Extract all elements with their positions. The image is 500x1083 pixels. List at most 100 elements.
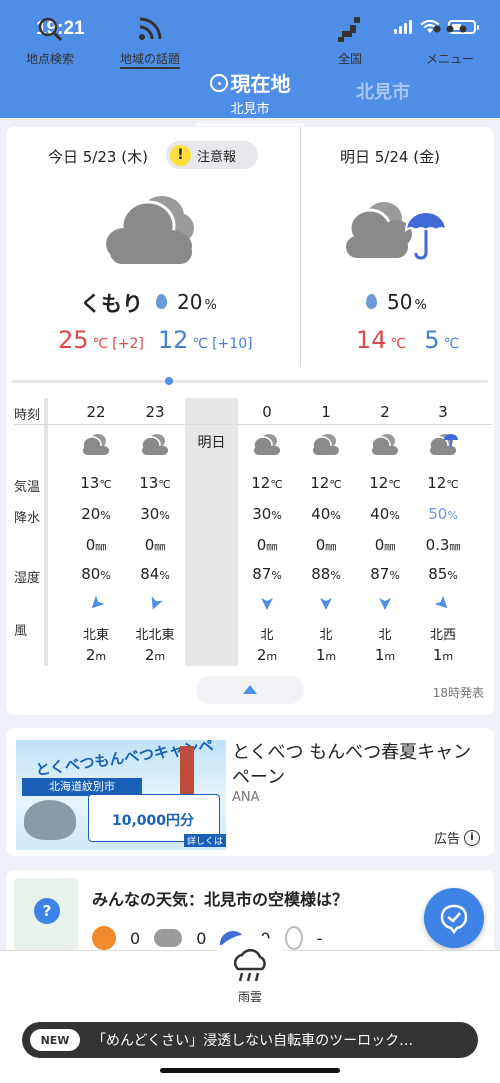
info-icon: i: [464, 829, 480, 846]
hour-value: 22: [86, 403, 106, 421]
ad-image-amount: 10,000円分: [112, 813, 195, 829]
today-pop: 20%: [156, 290, 217, 314]
hourly-scroll-thumb[interactable]: [165, 377, 173, 385]
wind-speed-cell: 2m: [256, 646, 278, 664]
label-wind: 風: [14, 624, 28, 639]
rain-cell: 0㎜: [144, 536, 166, 554]
tomorrow-marker: 明日: [197, 435, 226, 451]
tomorrow-temps: 14 ℃ 5 ℃: [356, 326, 459, 354]
wind-arrow-icon: [357, 596, 413, 616]
day-divider: [300, 127, 301, 367]
today-low-diff: [+10]: [212, 336, 253, 352]
sun-icon: [92, 926, 116, 950]
collapse-button[interactable]: [196, 676, 304, 704]
raindrop-icon: [156, 294, 167, 309]
rain-cell: 0㎜: [85, 536, 107, 554]
today-low: 12: [157, 326, 189, 354]
ad-label-text: 広告: [433, 832, 460, 847]
hour-cell: 1: [298, 403, 354, 421]
count-cloudy: 0: [196, 928, 207, 948]
nav-label: 地域の話題: [119, 50, 180, 69]
warning-icon: !: [170, 144, 191, 166]
wind-arrow-icon: [127, 596, 183, 616]
nav-nationwide[interactable]: 全国: [300, 12, 400, 67]
label-precip: 降水: [14, 511, 41, 526]
today-temps: 25 ℃ [+2] 12 ℃ [+10]: [58, 326, 263, 354]
ad-title[interactable]: とくべつ もんべつ春夏キャンペーン: [232, 740, 482, 790]
rain-cloud-icon: [233, 949, 266, 982]
today-pop-value: 20: [177, 290, 203, 314]
pop-cell: 30%: [140, 505, 170, 523]
cloud-icon: [154, 929, 183, 947]
temp-cell: 12℃: [310, 474, 342, 492]
wind-dir-cell: 北北東: [135, 628, 175, 643]
community-counts: 0 0 0 -: [92, 926, 322, 950]
nav-label: 地点検索: [25, 52, 74, 66]
wind-dir-cell: 北: [378, 628, 392, 643]
published-time: 18時発表: [432, 686, 484, 700]
hour-cell: 0: [239, 403, 295, 421]
tab-current-location[interactable]: 現在地 北見市: [196, 68, 304, 126]
rain-cell: 0.3㎜: [425, 536, 461, 554]
seal-graphic: [24, 800, 76, 840]
humidity-cell: 84%: [140, 565, 170, 583]
wind-arrow-icon: [298, 596, 354, 616]
cloud-icon: [106, 196, 194, 264]
wind-speed-cell: 1m: [374, 646, 396, 664]
pop-cell: 20%: [81, 505, 111, 523]
community-map-thumbnail: ?: [14, 878, 78, 952]
cloud-umbrella-icon: [346, 202, 448, 260]
wind-arrow-icon: [415, 595, 471, 616]
tomorrow-low: 5: [424, 326, 440, 354]
tab-kitami[interactable]: 北見市: [356, 78, 410, 104]
tab-current-label: 現在地: [230, 72, 291, 96]
tomorrow-pop-unit: %: [414, 298, 427, 313]
pop-cell: 40%: [370, 505, 400, 523]
hour-cell: 22: [68, 403, 124, 421]
temp-cell: 13℃: [80, 474, 112, 492]
news-ticker[interactable]: NEW 「めんどくさい」浸透しない自転車のツーロック…: [22, 1022, 478, 1058]
wind-arrow-icon: [239, 596, 295, 616]
warning-badge[interactable]: ! 注意報: [166, 141, 258, 169]
humidity-cell: 85%: [428, 565, 458, 583]
hour-value: 2: [380, 403, 390, 421]
humidity-cell: 87%: [370, 565, 400, 583]
ad-label[interactable]: 広告 i: [434, 828, 480, 847]
rss-icon: [139, 17, 162, 40]
nav-rain-radar[interactable]: 雨雲: [200, 949, 300, 1005]
humidity-cell: 87%: [252, 565, 282, 583]
wind-speed-cell: 2m: [85, 646, 107, 664]
post-weather-button[interactable]: [424, 888, 484, 948]
nav-local-topics[interactable]: 地域の話題: [100, 12, 200, 69]
news-tag: NEW: [30, 1029, 80, 1051]
nav-menu[interactable]: メニュー: [400, 12, 500, 67]
hourly-scrollbar[interactable]: [12, 380, 488, 383]
humidity-cell: 88%: [311, 565, 341, 583]
celsius-unit: ℃: [443, 336, 460, 352]
cloud-icon: [239, 432, 295, 460]
hourly-header-line: [14, 424, 492, 425]
snowman-icon: [284, 926, 303, 950]
question-pin-icon: ?: [34, 898, 60, 924]
hour-value: 1: [321, 403, 331, 421]
hour-value: 0: [262, 403, 272, 421]
celsius-unit: ℃: [390, 336, 407, 352]
celsius-unit: ℃: [192, 336, 209, 352]
celsius-unit: ℃: [92, 336, 109, 352]
pop-cell: 30%: [252, 505, 282, 523]
post-report-icon: [440, 904, 468, 935]
tomorrow-pop-value: 50: [387, 290, 413, 314]
label-humidity: 湿度: [14, 571, 41, 586]
nav-location-search[interactable]: 地点検索: [0, 12, 100, 67]
temp-cell: 13℃: [139, 474, 171, 492]
home-indicator[interactable]: [160, 1068, 340, 1073]
today-high-diff: [+2]: [112, 336, 144, 352]
wind-speed-cell: 1m: [315, 646, 337, 664]
date-separator: 明日: [185, 398, 238, 666]
wind-speed-cell: 2m: [144, 646, 166, 664]
ad-brand: ANA: [232, 790, 260, 805]
ad-image-more: 詳しくは: [184, 834, 226, 847]
count-sunny: 0: [130, 928, 141, 948]
cloud-icon: [357, 432, 413, 460]
ad-card[interactable]: とくべつもんべつキャンペーン 北海道紋別市 10,000円分 詳しくは とくべつ…: [6, 728, 494, 856]
